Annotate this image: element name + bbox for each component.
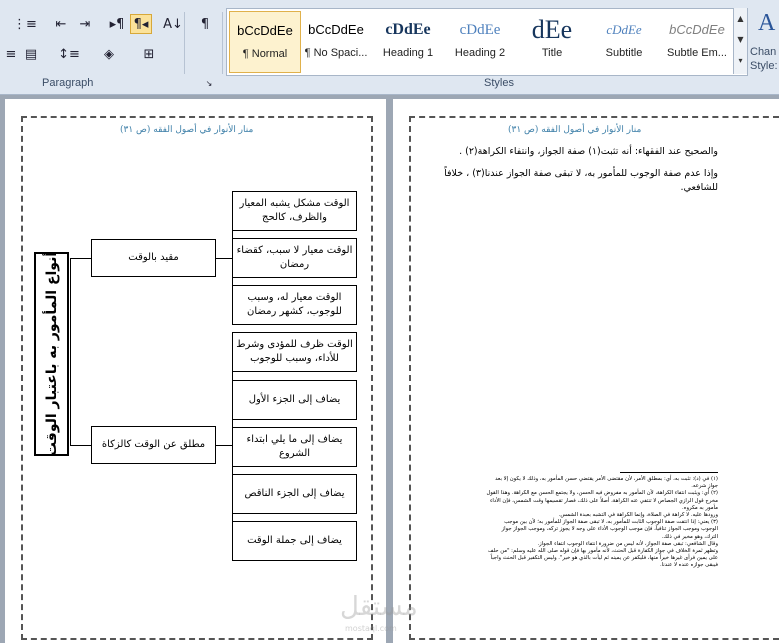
- style-name: Subtle Em...: [667, 47, 727, 59]
- ribbon: ⋮≡ ⇤ ⇥ ▸¶ ¶◂ A↓ ¶ ≡ ▤ ↕≡ ◈ ⊞ Paragraph ↘…: [0, 0, 779, 95]
- body-line: وإذا عدم صفة الوجوب للمأمور به، لا تبقى …: [444, 168, 718, 179]
- sort-icon[interactable]: A↓: [162, 14, 184, 34]
- chart-title-box: أنواع المأمور به باعتبار الوقت: [34, 252, 69, 456]
- style-preview: bCcDdEe: [308, 22, 364, 37]
- ribbon-separator: [184, 12, 185, 74]
- footnotes: (١) في (د): تثبت به، أي: بمطلق الأمر، لأ…: [420, 476, 718, 570]
- watermark-logo: مستقل: [340, 592, 418, 622]
- line-spacing-icon[interactable]: ↕≡: [58, 44, 80, 64]
- left-to-right-icon[interactable]: ▸¶: [106, 14, 128, 34]
- style-preview: bCcDdEe: [237, 23, 293, 38]
- leaf-box: الوقت معيار لا سبب، كقضاء رمضان: [232, 238, 357, 278]
- scroll-down-icon[interactable]: ▼: [734, 29, 747, 50]
- page-header: منار الأنوار في أصول الفقه (ص ٣١): [120, 125, 254, 135]
- style-subtitle[interactable]: cDdEe Subtitle: [589, 11, 659, 71]
- increase-indent-icon[interactable]: ⇥: [74, 14, 96, 34]
- style-name: Subtitle: [605, 47, 643, 59]
- style-normal[interactable]: bCcDdEe ¶ Normal: [229, 11, 301, 73]
- decrease-indent-icon[interactable]: ⇤: [50, 14, 72, 34]
- justify-icon[interactable]: ▤: [20, 44, 42, 64]
- more-styles-icon[interactable]: ▾: [734, 50, 747, 71]
- footnote-line: فيبقى جوازه عنده لا عندنا.: [659, 562, 718, 569]
- leaf-box: يضاف إلى الجزء الأول: [232, 380, 357, 420]
- body-line: والصحيح عند الفقهاء: أنه تثبت(١) صفة الج…: [459, 146, 718, 157]
- style-name: Heading 2: [454, 47, 506, 59]
- styles-group-label: Styles: [484, 77, 514, 89]
- paragraph-dialog-launcher-icon[interactable]: ↘: [203, 77, 215, 89]
- connector-line: [70, 258, 71, 446]
- paragraph-group-label: Paragraph: [42, 77, 94, 89]
- right-to-left-icon[interactable]: ¶◂: [130, 14, 152, 34]
- pilcrow-icon[interactable]: ¶: [194, 14, 216, 34]
- numbering-icon[interactable]: ⋮≡: [13, 14, 37, 34]
- footnote-line: وقال الشافعي: تبقى صفة الجواز، لأنه ليس …: [537, 540, 718, 547]
- style-no-spacing[interactable]: bCcDdEe ¶ No Spaci...: [301, 11, 371, 71]
- footnote-line: الوجوب وموجب الجواز تنافياً، فإن موجب ال…: [501, 526, 718, 533]
- connector-line: [216, 258, 232, 259]
- style-name: ¶ Normal: [242, 48, 288, 60]
- leaf-box: الوقت مشكل يشبه المعيار والظرف، كالحج: [232, 191, 357, 231]
- style-preview: cDdEe: [385, 21, 431, 38]
- branch-box: مقيد بالوقت: [91, 239, 216, 277]
- style-heading-2[interactable]: cDdEe Heading 2: [445, 11, 515, 71]
- style-name: Heading 1: [382, 47, 434, 59]
- footnote-line: مخرج قول الرازي الجصاص لا تنتفي عنه الكر…: [489, 497, 718, 504]
- style-preview: dEe: [531, 15, 573, 44]
- footnote-line: مأمور به مكروه.: [682, 504, 718, 511]
- leaf-box: يضاف إلى الجزء الناقص: [232, 474, 357, 514]
- style-name: ¶ No Spaci...: [304, 47, 368, 59]
- footnote-line: على يمين فرأى غيرها خيراً منها، فليكفر ع…: [490, 555, 718, 562]
- branch-box: مطلق عن الوقت كالزكاة: [91, 426, 216, 464]
- body-line: للشافعي.: [680, 182, 718, 193]
- style-title[interactable]: dEe Title: [517, 11, 587, 71]
- footnote-line: (١) في (د): تثبت به، أي: بمطلق الأمر، لأ…: [495, 476, 718, 482]
- borders-icon[interactable]: ⊞: [138, 44, 160, 64]
- leaf-box: الوقت معيار له، وسبب للوجوب، كشهر رمضان: [232, 285, 357, 325]
- watermark-url: mostaql.com: [345, 624, 397, 633]
- change-styles-label-2[interactable]: Style:: [750, 60, 778, 72]
- style-subtle-emphasis[interactable]: bCcDdEe Subtle Em...: [661, 11, 733, 71]
- leaf-box: يضاف إلى جملة الوقت: [232, 521, 357, 561]
- align-icon[interactable]: ≡: [0, 44, 22, 64]
- leaf-box: الوقت ظرف للمؤدى وشرط للأداء، وسبب للوجو…: [232, 332, 357, 372]
- footnote-separator: [620, 472, 718, 473]
- shading-icon[interactable]: ◈: [98, 44, 120, 64]
- leaf-box: يضاف إلى ما يلي ابتداء الشروع: [232, 427, 357, 467]
- footnote-line: (٢) أي: ويثبت انتفاء الكراهة، لأن المأمو…: [486, 490, 718, 497]
- styles-gallery: bCcDdEe ¶ Normal bCcDdEe ¶ No Spaci... c…: [226, 8, 748, 76]
- styles-scroll[interactable]: ▲ ▼ ▾: [733, 8, 747, 74]
- style-preview: bCcDdEe: [669, 22, 725, 37]
- change-styles-icon[interactable]: A: [758, 10, 775, 37]
- connector-line: [216, 445, 232, 446]
- style-heading-1[interactable]: cDdEe Heading 1: [373, 11, 443, 71]
- connector-line: [70, 445, 91, 446]
- style-preview: cDdEe: [606, 22, 642, 37]
- change-styles-label[interactable]: Chan: [750, 46, 776, 58]
- ribbon-separator: [222, 12, 223, 74]
- scroll-up-icon[interactable]: ▲: [734, 8, 747, 29]
- footnote-line: الترك، وهو مخير في ذلك.: [661, 533, 718, 540]
- style-name: Title: [541, 47, 563, 59]
- chart-title: أنواع المأمور به باعتبار الوقت: [43, 251, 60, 457]
- style-preview: cDdEe: [459, 22, 501, 38]
- page-header: منار الأنوار في أصول الفقه (ص ٣١): [508, 125, 642, 135]
- connector-line: [70, 258, 91, 259]
